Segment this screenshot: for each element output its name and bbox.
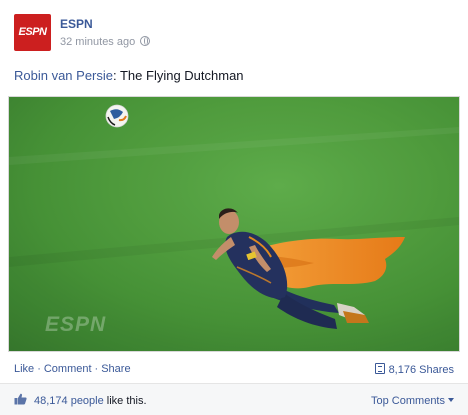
likes-summary: 48,174 people like this. [34, 395, 147, 407]
soccer-ball-icon [105, 104, 129, 128]
facebook-post: ESPN ESPN 32 minutes ago Robin van Persi… [0, 0, 468, 415]
top-comments-label: Top Comments [371, 395, 445, 407]
post-photo[interactable]: ESPN [8, 96, 460, 352]
action-links: Like · Comment · Share [14, 363, 131, 375]
post-actions: Like · Comment · Share 8,176 Shares [0, 355, 468, 384]
share-icon [374, 363, 385, 374]
photo-illustration: ESPN [9, 97, 459, 351]
separator: · [37, 363, 41, 375]
post-text-rest: : The Flying Dutchman [113, 68, 244, 83]
thumbs-up-icon [14, 393, 27, 405]
top-comments-dropdown[interactable]: Top Comments [371, 395, 454, 407]
post-text: Robin van Persie: The Flying Dutchman [14, 68, 244, 83]
shares-count: 8,176 Shares [388, 364, 454, 376]
avatar[interactable]: ESPN [14, 14, 51, 51]
timestamp[interactable]: 32 minutes ago [60, 36, 135, 48]
likes-suffix: like this. [103, 395, 147, 407]
globe-icon[interactable] [140, 36, 151, 46]
likes-count-link[interactable]: 48,174 people [34, 395, 104, 407]
shares-count-link[interactable]: 8,176 Shares [374, 363, 454, 376]
espn-watermark: ESPN [45, 313, 106, 336]
espn-logo: ESPN [18, 26, 47, 38]
caret-down-icon [448, 398, 454, 402]
player-name-link[interactable]: Robin van Persie [14, 68, 113, 83]
page-name-link[interactable]: ESPN [60, 17, 93, 31]
share-link[interactable]: Share [101, 363, 130, 375]
separator: · [94, 363, 99, 375]
like-link[interactable]: Like [14, 363, 34, 375]
timestamp-row: 32 minutes ago [60, 36, 151, 48]
comment-link[interactable]: Comment [44, 363, 92, 375]
likes-row: 48,174 people like this. Top Comments [0, 384, 468, 415]
